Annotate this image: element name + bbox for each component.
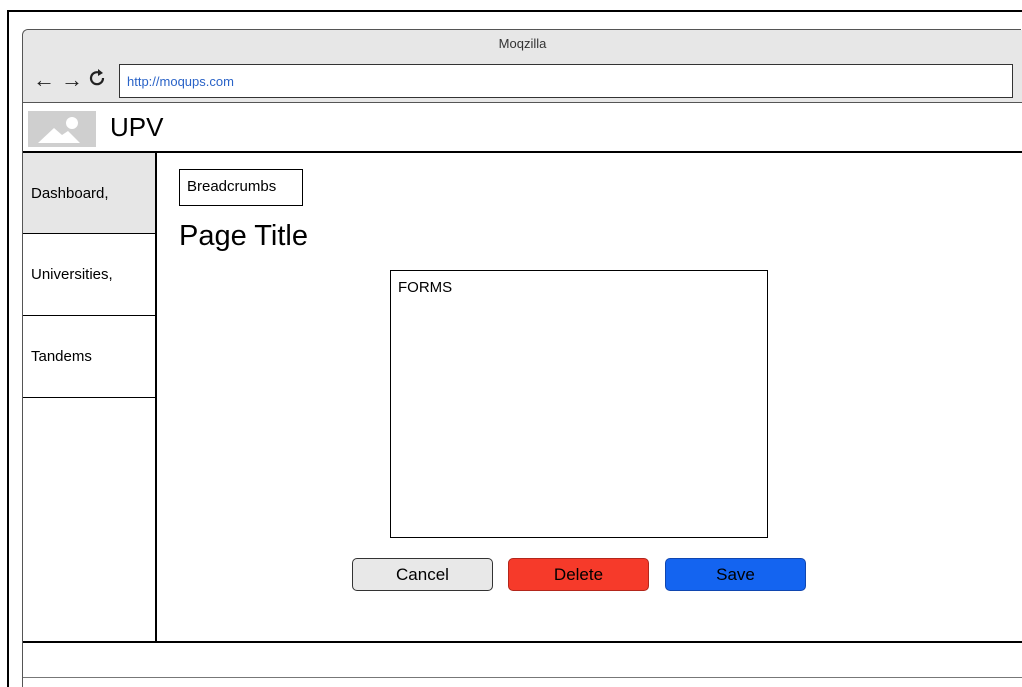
- image-placeholder-icon: [28, 111, 96, 147]
- save-button[interactable]: Save: [665, 558, 806, 591]
- footer-divider: [23, 641, 1022, 643]
- sidebar: Dashboard, Universities, Tandems: [23, 153, 157, 642]
- delete-button[interactable]: Delete: [508, 558, 649, 591]
- footer: [23, 677, 1022, 687]
- app-title: UPV: [110, 112, 164, 142]
- back-arrow-icon[interactable]: ←: [33, 69, 55, 91]
- reload-icon[interactable]: [88, 67, 110, 91]
- sidebar-item-dashboard[interactable]: Dashboard,: [23, 153, 155, 234]
- page-title: Page Title: [179, 220, 308, 252]
- sidebar-item-tandems[interactable]: Tandems: [23, 316, 155, 398]
- app-header: [23, 102, 1022, 153]
- url-input[interactable]: http://moqups.com: [119, 64, 1013, 98]
- breadcrumb[interactable]: Breadcrumbs: [179, 169, 303, 206]
- cancel-button[interactable]: Cancel: [352, 558, 493, 591]
- window-title: Moqzilla: [498, 36, 547, 51]
- sidebar-item-universities[interactable]: Universities,: [23, 234, 155, 316]
- forward-arrow-icon[interactable]: →: [61, 69, 83, 91]
- forms-container: FORMS: [390, 270, 768, 538]
